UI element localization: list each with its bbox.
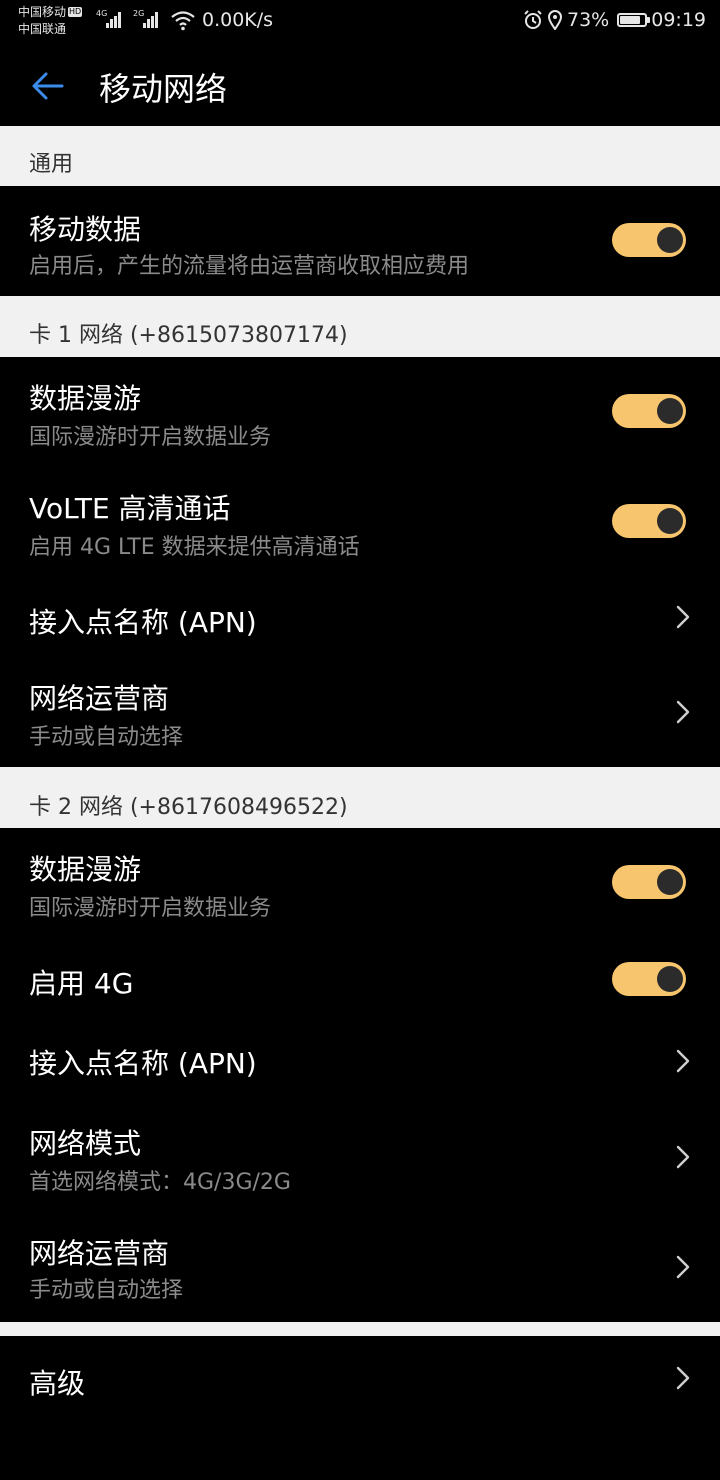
section-header-general: 通用 bbox=[0, 126, 720, 186]
chevron-right-icon bbox=[676, 1366, 690, 1390]
section-divider bbox=[0, 1322, 720, 1336]
sim2-data-roaming-row[interactable]: 数据漫游 国际漫游时开启数据业务 bbox=[0, 828, 720, 938]
row-title: 网络运营商 bbox=[29, 682, 170, 715]
row-subtitle: 手动或自动选择 bbox=[29, 1278, 184, 1303]
sim1-volte-row[interactable]: VoLTE 高清通话 启用 4G LTE 数据来提供高清通话 bbox=[0, 467, 720, 577]
carrier-labels: 中国移动 HD 中国联通 bbox=[18, 4, 83, 38]
sim1-operator-row[interactable]: 网络运营商 手动或自动选择 bbox=[0, 657, 720, 767]
carrier-1: 中国移动 bbox=[18, 5, 67, 19]
volte-toggle[interactable] bbox=[612, 504, 686, 538]
battery-icon bbox=[617, 13, 651, 27]
row-subtitle: 首选网络模式：4G/3G/2G bbox=[29, 1170, 291, 1195]
sim1-apn-row[interactable]: 接入点名称 (APN) bbox=[0, 577, 720, 657]
row-title: 数据漫游 bbox=[29, 382, 142, 415]
section-header-sim1: 卡 1 网络 (+8615073807174) bbox=[0, 296, 720, 357]
row-title: 移动数据 bbox=[29, 213, 142, 246]
chevron-right-icon bbox=[676, 1255, 690, 1279]
carrier-2: 中国联通 bbox=[18, 22, 67, 36]
status-right: 73% 09:19 bbox=[523, 9, 706, 31]
row-subtitle: 手动或自动选择 bbox=[29, 725, 184, 750]
network-speed: 0.00K/s bbox=[202, 9, 274, 31]
page-title: 移动网络 bbox=[99, 70, 228, 108]
row-title: 数据漫游 bbox=[29, 853, 142, 886]
location-icon bbox=[547, 10, 563, 30]
wifi-icon bbox=[171, 11, 195, 31]
row-title: 网络模式 bbox=[29, 1127, 142, 1160]
row-title: 启用 4G bbox=[29, 967, 134, 1000]
row-title: 高级 bbox=[29, 1367, 86, 1400]
app-bar: 移动网络 bbox=[0, 44, 720, 126]
hd-badge: HD bbox=[68, 7, 83, 17]
row-subtitle: 国际漫游时开启数据业务 bbox=[29, 425, 272, 450]
sim1-data-roaming-row[interactable]: 数据漫游 国际漫游时开启数据业务 bbox=[0, 357, 720, 467]
sim2-enable-4g-row[interactable]: 启用 4G bbox=[0, 938, 720, 1022]
row-title: 接入点名称 (APN) bbox=[29, 1047, 257, 1080]
sim2-network-mode-row[interactable]: 网络模式 首选网络模式：4G/3G/2G bbox=[0, 1102, 720, 1212]
chevron-right-icon bbox=[676, 700, 690, 724]
enable-4g-toggle[interactable] bbox=[612, 962, 686, 996]
section-label: 卡 2 网络 (+8617608496522) bbox=[29, 795, 348, 820]
data-roaming-toggle[interactable] bbox=[612, 865, 686, 899]
row-subtitle: 国际漫游时开启数据业务 bbox=[29, 896, 272, 921]
chevron-right-icon bbox=[676, 1049, 690, 1073]
advanced-row[interactable]: 高级 bbox=[0, 1336, 720, 1420]
row-title: 网络运营商 bbox=[29, 1237, 170, 1270]
section-label: 卡 1 网络 (+8615073807174) bbox=[29, 323, 348, 348]
sim2-operator-row[interactable]: 网络运营商 手动或自动选择 bbox=[0, 1212, 720, 1322]
mobile-data-toggle[interactable] bbox=[612, 223, 686, 257]
section-header-sim2: 卡 2 网络 (+8617608496522) bbox=[0, 767, 720, 828]
row-subtitle: 启用 4G LTE 数据来提供高清通话 bbox=[29, 535, 360, 560]
chevron-right-icon bbox=[676, 1145, 690, 1169]
alarm-icon bbox=[524, 10, 542, 29]
chevron-right-icon bbox=[676, 605, 690, 629]
row-title: 接入点名称 (APN) bbox=[29, 606, 257, 639]
status-bar: 中国移动 HD 中国联通 4G 2G 0.00K/s 73% 09:19 bbox=[0, 0, 720, 44]
clock: 09:19 bbox=[651, 9, 706, 31]
row-subtitle: 启用后，产生的流量将由运营商收取相应费用 bbox=[29, 254, 470, 279]
sim2-apn-row[interactable]: 接入点名称 (APN) bbox=[0, 1022, 720, 1102]
data-roaming-toggle[interactable] bbox=[612, 394, 686, 428]
mobile-data-row[interactable]: 移动数据 启用后，产生的流量将由运营商收取相应费用 bbox=[0, 186, 720, 296]
battery-percent: 73% bbox=[567, 9, 610, 31]
section-label: 通用 bbox=[29, 152, 74, 177]
row-title: VoLTE 高清通话 bbox=[29, 492, 231, 525]
back-arrow-icon[interactable] bbox=[28, 66, 68, 106]
